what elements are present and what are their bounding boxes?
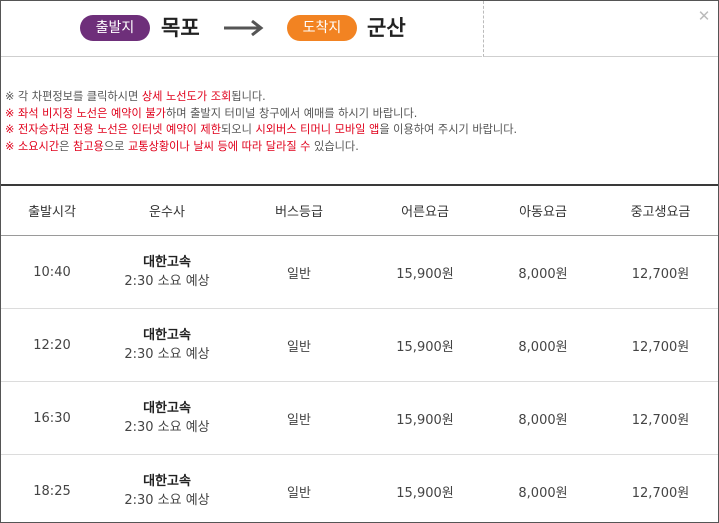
bus-grade: 일반 <box>287 412 311 428</box>
notice-highlight: 교통상황이나 날씨 등에 따라 달라질 수 <box>128 139 311 153</box>
route-header-right: ✕ <box>483 1 718 57</box>
notice-highlight: ※ <box>5 139 15 153</box>
notice-text: 하며 출발지 터미널 창구에서 예매를 하시기 바랍니다. <box>165 106 418 120</box>
arrival-city: 군산 <box>367 16 406 40</box>
arrival-badge: 도착지 <box>287 15 357 41</box>
header-departure-time: 출발시각 <box>28 205 76 220</box>
duration: 2:30 소요 예상 <box>124 493 210 508</box>
departure-time: 18:25 <box>33 483 71 499</box>
adult-fare: 15,900원 <box>396 412 454 428</box>
duration: 2:30 소요 예상 <box>124 274 210 289</box>
adult-fare: 15,900원 <box>396 485 454 501</box>
notice-highlight: 시외버스 티머니 모바일 앱 <box>255 123 380 136</box>
header-adult-fare: 어른요금 <box>401 205 449 220</box>
youth-fare: 12,700원 <box>631 485 690 501</box>
table-header-row: 출발시각 운수사 버스등급 어른요금 아동요금 중고생요금 <box>1 186 718 236</box>
notice-text: 으로 <box>103 139 129 153</box>
departure-city: 목포 <box>161 16 200 40</box>
header-bus-grade: 버스등급 <box>275 205 323 220</box>
child-fare: 8,000원 <box>518 485 568 501</box>
adult-fare: 15,900원 <box>396 266 454 282</box>
notice-highlight: 전자승차권 전용 노선은 인터넷 예약이 제한 <box>17 123 221 136</box>
notice-line: ※ 좌석 비지정 노선은 예약이 불가하며 출발지 터미널 창구에서 예매를 하… <box>5 106 517 123</box>
departure-time: 16:30 <box>33 410 71 426</box>
table-row[interactable]: 16:30 대한고속 2:30 소요 예상 일반 15,900원 8,000원 … <box>1 382 718 455</box>
child-fare: 8,000원 <box>518 266 568 282</box>
company-name: 대한고속 <box>143 255 191 270</box>
company-cell: 대한고속 2:30 소요 예상 <box>103 455 231 522</box>
child-fare: 8,000원 <box>518 412 568 428</box>
arrow-right-icon <box>224 19 264 37</box>
company-cell: 대한고속 2:30 소요 예상 <box>103 309 231 381</box>
departure-time: 10:40 <box>33 264 71 280</box>
bus-grade: 일반 <box>287 485 311 501</box>
notice-highlight: ※ <box>5 123 15 136</box>
company-name: 대한고속 <box>143 474 191 489</box>
notice-text: 을 이용하여 주시기 바랍니다. <box>379 123 518 136</box>
notice-line: ※ 각 차편정보를 클릭하시면 상세 노선도가 조회됩니다. <box>5 89 517 106</box>
notice-highlight: ※ <box>5 106 15 120</box>
notice-text: ※ <box>5 90 15 103</box>
youth-fare: 12,700원 <box>631 266 690 282</box>
notice-text: 됩니다. <box>231 90 266 103</box>
company-name: 대한고속 <box>143 328 191 343</box>
youth-fare: 12,700원 <box>631 412 690 428</box>
adult-fare: 15,900원 <box>396 339 454 355</box>
table-row[interactable]: 12:20 대한고속 2:30 소요 예상 일반 15,900원 8,000원 … <box>1 309 718 382</box>
notice-line: ※ 소요시간은 참고용으로 교통상황이나 날씨 등에 따라 달라질 수 있습니다… <box>5 139 517 156</box>
table-row[interactable]: 18:25 대한고속 2:30 소요 예상 일반 15,900원 8,000원 … <box>1 455 718 522</box>
company-cell: 대한고속 2:30 소요 예상 <box>103 382 231 454</box>
bus-grade: 일반 <box>287 266 311 282</box>
header-youth-fare: 중고생요금 <box>630 205 691 220</box>
route-header: 출발지 목포 도착지 군산 <box>1 1 482 57</box>
notice-list: ※ 각 차편정보를 클릭하시면 상세 노선도가 조회됩니다. ※ 좌석 비지정 노… <box>5 89 517 155</box>
child-fare: 8,000원 <box>518 339 568 355</box>
notice-highlight: 참고용 <box>72 139 104 153</box>
notice-highlight: 소요시간 <box>17 139 60 153</box>
youth-fare: 12,700원 <box>631 339 690 355</box>
notice-line: ※ 전자승차권 전용 노선은 인터넷 예약이 제한되오니 시외버스 티머니 모바… <box>5 122 517 139</box>
departure-badge: 출발지 <box>80 15 150 41</box>
notice-text: 은 <box>59 139 73 153</box>
notice-highlight: 상세 노선도가 조회 <box>141 90 232 103</box>
duration: 2:30 소요 예상 <box>124 347 210 362</box>
notice-text: 있습니다. <box>310 139 359 153</box>
duration: 2:30 소요 예상 <box>124 420 210 435</box>
bus-grade: 일반 <box>287 339 311 355</box>
departure-time: 12:20 <box>33 337 71 353</box>
notice-text: 각 차편정보를 클릭하시면 <box>14 90 142 103</box>
table-row[interactable]: 10:40 대한고속 2:30 소요 예상 일반 15,900원 8,000원 … <box>1 236 718 309</box>
header-child-fare: 아동요금 <box>519 205 567 220</box>
close-icon[interactable]: ✕ <box>695 7 713 25</box>
notice-text: 되오니 <box>221 123 256 136</box>
company-name: 대한고속 <box>143 401 191 416</box>
timetable-popup: 출발지 목포 도착지 군산 ✕ ※ 각 차편정보를 클릭하시면 상세 노선도가 … <box>0 0 719 523</box>
notice-highlight: 좌석 비지정 노선은 예약이 불가 <box>17 106 166 120</box>
header-company: 운수사 <box>149 205 185 220</box>
company-cell: 대한고속 2:30 소요 예상 <box>103 236 231 308</box>
timetable: 출발시각 운수사 버스등급 어른요금 아동요금 중고생요금 10:40 대한고속… <box>1 184 718 522</box>
